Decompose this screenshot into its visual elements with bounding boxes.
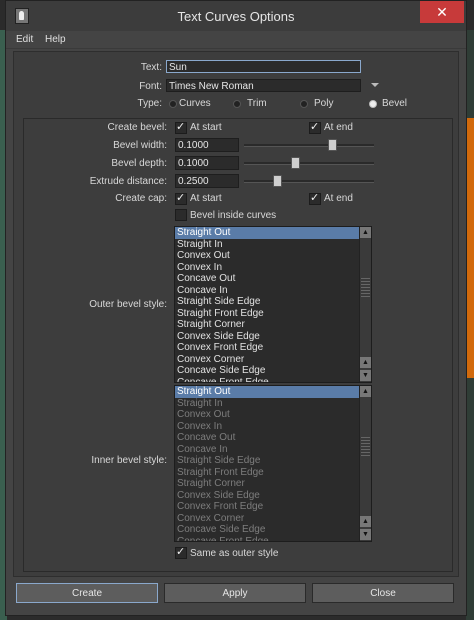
close-window-button[interactable]: ✕ xyxy=(420,1,464,23)
inner-bevel-style-list-item[interactable]: Convex In xyxy=(175,421,371,433)
outer-bevel-style-list-item[interactable]: Straight Side Edge xyxy=(175,296,371,308)
outer-bevel-style-list-item[interactable]: Straight In xyxy=(175,239,371,251)
menu-edit[interactable]: Edit xyxy=(16,34,33,45)
text-label: Text: xyxy=(140,62,162,73)
title-bar[interactable]: Text Curves Options ✕ xyxy=(6,1,466,31)
create-cap-at-start-checkbox[interactable] xyxy=(175,191,187,205)
create-button[interactable]: Create xyxy=(16,583,158,603)
inner-bevel-style-list-item[interactable]: Convex Front Edge xyxy=(175,501,371,513)
outer-scroll-up-icon[interactable]: ▲ xyxy=(360,227,371,238)
inner-scroll-up-bottom-icon[interactable]: ▲ xyxy=(360,516,371,527)
text-input[interactable]: Sun xyxy=(166,60,361,73)
menu-bar: Edit Help xyxy=(6,31,466,49)
outer-bevel-style-list-item[interactable]: Convex In xyxy=(175,262,371,274)
outer-bevel-style-list-item[interactable]: Straight Out xyxy=(175,227,371,239)
type-trim-radio[interactable] xyxy=(233,100,241,108)
create-bevel-at-start-label: At start xyxy=(190,122,222,133)
outer-scroll-up-bottom-icon[interactable]: ▲ xyxy=(360,357,371,368)
create-bevel-at-end-checkbox[interactable] xyxy=(309,120,321,134)
create-cap-at-start-label: At start xyxy=(190,193,222,204)
type-poly-radio[interactable] xyxy=(300,100,308,108)
type-curves-radio[interactable] xyxy=(169,100,177,108)
font-dropdown-icon[interactable] xyxy=(371,83,379,87)
extrude-distance-slider-thumb[interactable] xyxy=(273,175,282,187)
create-cap-at-end-checkbox[interactable] xyxy=(309,191,321,205)
options-panel: Text: Sun Font: Times New Roman Type: Cu… xyxy=(13,51,459,577)
same-as-outer-style-checkbox[interactable] xyxy=(175,545,187,559)
type-label: Type: xyxy=(137,98,162,109)
inner-bevel-style-list-item[interactable]: Concave Out xyxy=(175,432,371,444)
inner-bevel-style-list-item[interactable]: Straight Side Edge xyxy=(175,455,371,467)
background-desktop-right xyxy=(466,30,474,620)
outer-scroll-down-icon[interactable]: ▼ xyxy=(360,370,371,381)
outer-bevel-style-list-item[interactable]: Straight Corner xyxy=(175,319,371,331)
outer-bevel-style-label: Outer bevel style: xyxy=(89,299,167,310)
menu-help[interactable]: Help xyxy=(45,34,66,45)
bevel-depth-label: Bevel depth: xyxy=(111,158,167,169)
inner-bevel-style-list-item[interactable]: Convex Corner xyxy=(175,513,371,525)
bevel-width-slider-track[interactable] xyxy=(244,144,374,147)
bevel-options-section: Create bevel: At start At end Bevel widt… xyxy=(23,118,453,572)
extrude-distance-label: Extrude distance: xyxy=(89,176,167,187)
window-title: Text Curves Options xyxy=(177,9,295,24)
extrude-distance-input[interactable]: 0.2500 xyxy=(175,174,239,188)
inner-bevel-style-label: Inner bevel style: xyxy=(91,455,167,466)
bevel-depth-slider-track[interactable] xyxy=(244,162,374,165)
bevel-inside-curves-checkbox[interactable] xyxy=(175,209,187,221)
extrude-distance-slider-track[interactable] xyxy=(244,180,374,183)
outer-bevel-style-list-item[interactable]: Concave Front Edge xyxy=(175,377,371,383)
inner-bevel-style-list-item[interactable]: Concave Front Edge xyxy=(175,536,371,542)
outer-list-scrollbar[interactable]: ▲ ▲ ▼ xyxy=(359,227,371,382)
outer-bevel-style-list-item[interactable]: Convex Out xyxy=(175,250,371,262)
close-button[interactable]: Close xyxy=(312,583,454,603)
inner-list-scrollbar[interactable]: ▲ ▲ ▼ xyxy=(359,386,371,541)
inner-bevel-style-list-item[interactable]: Concave Side Edge xyxy=(175,524,371,536)
inner-bevel-style-list-item[interactable]: Concave In xyxy=(175,444,371,456)
outer-bevel-style-list-item[interactable]: Concave Side Edge xyxy=(175,365,371,377)
text-curves-options-window: Text Curves Options ✕ Edit Help Text: Su… xyxy=(5,0,467,616)
inner-scroll-down-icon[interactable]: ▼ xyxy=(360,529,371,540)
type-bevel-label: Bevel xyxy=(382,98,408,109)
font-label: Font: xyxy=(139,81,162,92)
apply-button[interactable]: Apply xyxy=(164,583,306,603)
type-bevel-radio[interactable] xyxy=(369,100,377,108)
outer-bevel-style-list-item[interactable]: Concave In xyxy=(175,285,371,297)
type-poly-label: Poly xyxy=(314,98,334,109)
create-cap-at-end-label: At end xyxy=(324,193,353,204)
inner-bevel-style-list-item[interactable]: Straight In xyxy=(175,398,371,410)
type-trim-label: Trim xyxy=(247,98,267,109)
outer-bevel-style-list-item[interactable]: Convex Front Edge xyxy=(175,342,371,354)
inner-bevel-style-list-item[interactable]: Convex Out xyxy=(175,409,371,421)
font-input[interactable]: Times New Roman xyxy=(166,79,361,92)
inner-scroll-grip[interactable] xyxy=(361,436,370,456)
outer-bevel-style-list[interactable]: Straight Out Straight In Convex Out Convex … xyxy=(174,226,372,383)
inner-bevel-style-list-item[interactable]: Straight Corner xyxy=(175,478,371,490)
create-bevel-at-end-label: At end xyxy=(324,122,353,133)
create-bevel-at-start-checkbox[interactable] xyxy=(175,120,187,134)
create-bevel-label: Create bevel: xyxy=(107,122,167,133)
bevel-width-label: Bevel width: xyxy=(113,140,167,151)
bevel-width-slider-thumb[interactable] xyxy=(328,139,337,151)
type-curves-label: Curves xyxy=(179,98,211,109)
inner-scroll-up-icon[interactable]: ▲ xyxy=(360,386,371,397)
bevel-depth-input[interactable]: 0.1000 xyxy=(175,156,239,170)
outer-bevel-style-list-item[interactable]: Concave Out xyxy=(175,273,371,285)
same-as-outer-style-label: Same as outer style xyxy=(190,548,279,559)
create-cap-label: Create cap: xyxy=(115,193,167,204)
inner-bevel-style-list[interactable]: Straight Out Straight In Convex Out Convex … xyxy=(174,385,372,542)
background-viewport-object xyxy=(466,118,474,378)
outer-bevel-style-list-item[interactable]: Convex Side Edge xyxy=(175,331,371,343)
bevel-width-input[interactable]: 0.1000 xyxy=(175,138,239,152)
bevel-inside-curves-label: Bevel inside curves xyxy=(190,210,277,221)
inner-bevel-style-list-item[interactable]: Straight Out xyxy=(175,386,371,398)
inner-bevel-style-list-item[interactable]: Convex Side Edge xyxy=(175,490,371,502)
outer-scroll-grip[interactable] xyxy=(361,277,370,297)
bevel-depth-slider-thumb[interactable] xyxy=(291,157,300,169)
inner-bevel-style-list-item[interactable]: Straight Front Edge xyxy=(175,467,371,479)
outer-bevel-style-list-item[interactable]: Straight Front Edge xyxy=(175,308,371,320)
outer-bevel-style-list-item[interactable]: Convex Corner xyxy=(175,354,371,366)
